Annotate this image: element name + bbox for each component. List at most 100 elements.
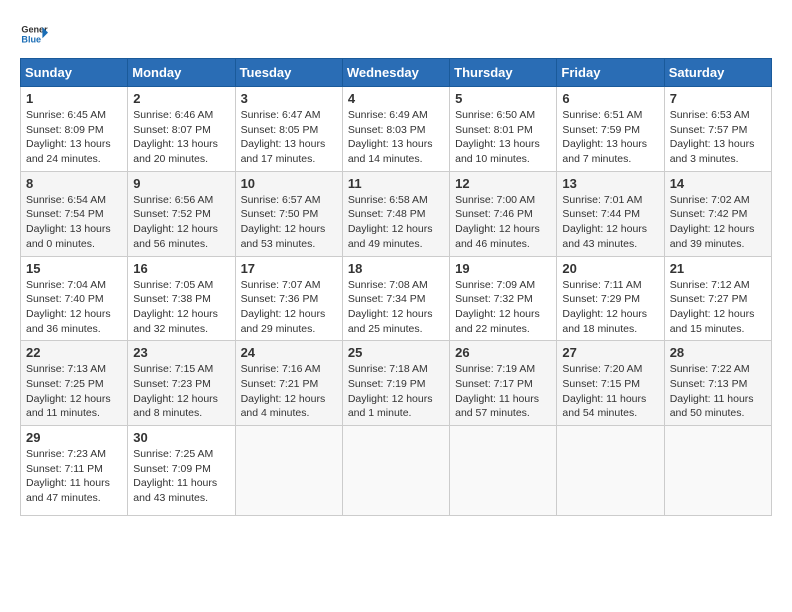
calendar-cell [664,426,771,516]
calendar-cell: 24 Sunrise: 7:16 AMSunset: 7:21 PMDaylig… [235,341,342,426]
day-number: 26 [455,345,551,360]
day-number: 2 [133,91,229,106]
day-number: 28 [670,345,766,360]
calendar-cell: 12 Sunrise: 7:00 AMSunset: 7:46 PMDaylig… [450,171,557,256]
day-number: 25 [348,345,444,360]
cell-details: Sunrise: 7:07 AMSunset: 7:36 PMDaylight:… [241,279,326,335]
cell-details: Sunrise: 6:51 AMSunset: 7:59 PMDaylight:… [562,109,647,165]
calendar-week-row: 29 Sunrise: 7:23 AMSunset: 7:11 PMDaylig… [21,426,772,516]
calendar-week-row: 1 Sunrise: 6:45 AMSunset: 8:09 PMDayligh… [21,87,772,172]
weekday-header-friday: Friday [557,59,664,87]
calendar-cell: 27 Sunrise: 7:20 AMSunset: 7:15 PMDaylig… [557,341,664,426]
calendar-cell: 23 Sunrise: 7:15 AMSunset: 7:23 PMDaylig… [128,341,235,426]
cell-details: Sunrise: 7:16 AMSunset: 7:21 PMDaylight:… [241,363,326,419]
calendar-cell: 21 Sunrise: 7:12 AMSunset: 7:27 PMDaylig… [664,256,771,341]
day-number: 19 [455,261,551,276]
calendar-week-row: 8 Sunrise: 6:54 AMSunset: 7:54 PMDayligh… [21,171,772,256]
day-number: 27 [562,345,658,360]
cell-details: Sunrise: 7:13 AMSunset: 7:25 PMDaylight:… [26,363,111,419]
calendar-cell: 1 Sunrise: 6:45 AMSunset: 8:09 PMDayligh… [21,87,128,172]
day-number: 18 [348,261,444,276]
cell-details: Sunrise: 7:09 AMSunset: 7:32 PMDaylight:… [455,279,540,335]
day-number: 11 [348,176,444,191]
logo: General Blue [20,20,48,48]
day-number: 8 [26,176,122,191]
calendar-cell: 10 Sunrise: 6:57 AMSunset: 7:50 PMDaylig… [235,171,342,256]
day-number: 17 [241,261,337,276]
calendar-cell [557,426,664,516]
logo-icon: General Blue [20,20,48,48]
day-number: 14 [670,176,766,191]
cell-details: Sunrise: 7:15 AMSunset: 7:23 PMDaylight:… [133,363,218,419]
day-number: 9 [133,176,229,191]
day-number: 10 [241,176,337,191]
day-number: 30 [133,430,229,445]
calendar-table: SundayMondayTuesdayWednesdayThursdayFrid… [20,58,772,516]
cell-details: Sunrise: 7:22 AMSunset: 7:13 PMDaylight:… [670,363,754,419]
cell-details: Sunrise: 7:02 AMSunset: 7:42 PMDaylight:… [670,194,755,250]
day-number: 23 [133,345,229,360]
cell-details: Sunrise: 6:46 AMSunset: 8:07 PMDaylight:… [133,109,218,165]
weekday-header-tuesday: Tuesday [235,59,342,87]
cell-details: Sunrise: 7:05 AMSunset: 7:38 PMDaylight:… [133,279,218,335]
day-number: 12 [455,176,551,191]
calendar-cell: 3 Sunrise: 6:47 AMSunset: 8:05 PMDayligh… [235,87,342,172]
day-number: 15 [26,261,122,276]
weekday-header-wednesday: Wednesday [342,59,449,87]
calendar-week-row: 15 Sunrise: 7:04 AMSunset: 7:40 PMDaylig… [21,256,772,341]
cell-details: Sunrise: 6:49 AMSunset: 8:03 PMDaylight:… [348,109,433,165]
day-number: 22 [26,345,122,360]
calendar-cell: 9 Sunrise: 6:56 AMSunset: 7:52 PMDayligh… [128,171,235,256]
cell-details: Sunrise: 6:45 AMSunset: 8:09 PMDaylight:… [26,109,111,165]
calendar-cell: 16 Sunrise: 7:05 AMSunset: 7:38 PMDaylig… [128,256,235,341]
calendar-cell [235,426,342,516]
day-number: 4 [348,91,444,106]
calendar-cell: 18 Sunrise: 7:08 AMSunset: 7:34 PMDaylig… [342,256,449,341]
cell-details: Sunrise: 6:50 AMSunset: 8:01 PMDaylight:… [455,109,540,165]
cell-details: Sunrise: 6:54 AMSunset: 7:54 PMDaylight:… [26,194,111,250]
cell-details: Sunrise: 7:25 AMSunset: 7:09 PMDaylight:… [133,448,217,504]
cell-details: Sunrise: 7:12 AMSunset: 7:27 PMDaylight:… [670,279,755,335]
weekday-header-monday: Monday [128,59,235,87]
calendar-cell: 29 Sunrise: 7:23 AMSunset: 7:11 PMDaylig… [21,426,128,516]
cell-details: Sunrise: 7:04 AMSunset: 7:40 PMDaylight:… [26,279,111,335]
cell-details: Sunrise: 6:57 AMSunset: 7:50 PMDaylight:… [241,194,326,250]
weekday-header-saturday: Saturday [664,59,771,87]
calendar-cell [342,426,449,516]
calendar-cell: 4 Sunrise: 6:49 AMSunset: 8:03 PMDayligh… [342,87,449,172]
page-header: General Blue [20,20,772,48]
calendar-cell: 22 Sunrise: 7:13 AMSunset: 7:25 PMDaylig… [21,341,128,426]
calendar-cell: 11 Sunrise: 6:58 AMSunset: 7:48 PMDaylig… [342,171,449,256]
day-number: 20 [562,261,658,276]
calendar-week-row: 22 Sunrise: 7:13 AMSunset: 7:25 PMDaylig… [21,341,772,426]
cell-details: Sunrise: 7:19 AMSunset: 7:17 PMDaylight:… [455,363,539,419]
day-number: 21 [670,261,766,276]
cell-details: Sunrise: 6:58 AMSunset: 7:48 PMDaylight:… [348,194,433,250]
cell-details: Sunrise: 6:56 AMSunset: 7:52 PMDaylight:… [133,194,218,250]
calendar-header-row: SundayMondayTuesdayWednesdayThursdayFrid… [21,59,772,87]
calendar-cell: 30 Sunrise: 7:25 AMSunset: 7:09 PMDaylig… [128,426,235,516]
calendar-cell: 19 Sunrise: 7:09 AMSunset: 7:32 PMDaylig… [450,256,557,341]
day-number: 29 [26,430,122,445]
cell-details: Sunrise: 7:20 AMSunset: 7:15 PMDaylight:… [562,363,646,419]
calendar-cell: 20 Sunrise: 7:11 AMSunset: 7:29 PMDaylig… [557,256,664,341]
day-number: 1 [26,91,122,106]
calendar-cell: 2 Sunrise: 6:46 AMSunset: 8:07 PMDayligh… [128,87,235,172]
calendar-cell: 17 Sunrise: 7:07 AMSunset: 7:36 PMDaylig… [235,256,342,341]
cell-details: Sunrise: 7:00 AMSunset: 7:46 PMDaylight:… [455,194,540,250]
calendar-cell: 26 Sunrise: 7:19 AMSunset: 7:17 PMDaylig… [450,341,557,426]
calendar-cell [450,426,557,516]
calendar-cell: 13 Sunrise: 7:01 AMSunset: 7:44 PMDaylig… [557,171,664,256]
calendar-cell: 7 Sunrise: 6:53 AMSunset: 7:57 PMDayligh… [664,87,771,172]
weekday-header-thursday: Thursday [450,59,557,87]
calendar-cell: 5 Sunrise: 6:50 AMSunset: 8:01 PMDayligh… [450,87,557,172]
cell-details: Sunrise: 7:11 AMSunset: 7:29 PMDaylight:… [562,279,647,335]
cell-details: Sunrise: 6:47 AMSunset: 8:05 PMDaylight:… [241,109,326,165]
day-number: 16 [133,261,229,276]
calendar-cell: 6 Sunrise: 6:51 AMSunset: 7:59 PMDayligh… [557,87,664,172]
day-number: 24 [241,345,337,360]
weekday-header-sunday: Sunday [21,59,128,87]
day-number: 3 [241,91,337,106]
cell-details: Sunrise: 7:18 AMSunset: 7:19 PMDaylight:… [348,363,433,419]
calendar-cell: 14 Sunrise: 7:02 AMSunset: 7:42 PMDaylig… [664,171,771,256]
